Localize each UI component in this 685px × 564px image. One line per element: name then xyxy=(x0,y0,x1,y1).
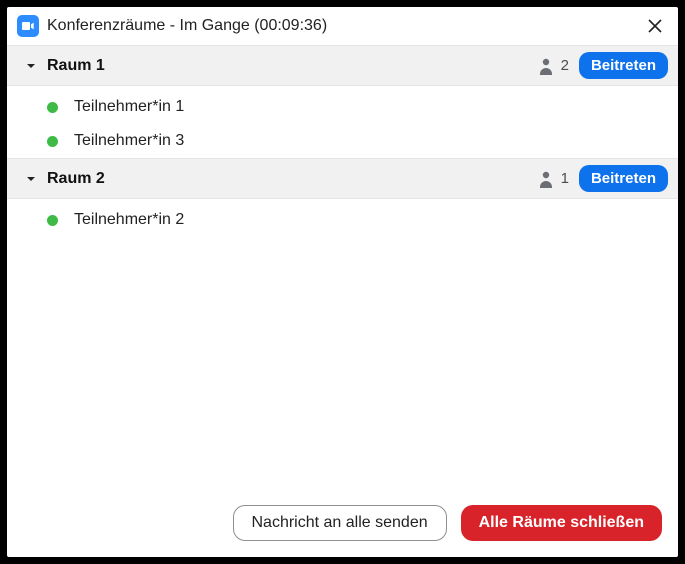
caret-down-icon xyxy=(25,173,37,185)
status-online-icon xyxy=(47,136,58,147)
caret-down-icon xyxy=(25,60,37,72)
participant-row[interactable]: Teilnehmer*in 1 xyxy=(7,90,678,124)
room-header[interactable]: Raum 2 1 Beitreten xyxy=(7,158,678,199)
join-room-button[interactable]: Beitreten xyxy=(579,52,668,79)
close-all-rooms-button[interactable]: Alle Räume schließen xyxy=(461,505,662,541)
message-all-button[interactable]: Nachricht an alle senden xyxy=(233,505,447,541)
titlebar: Konferenzräume - Im Gange (00:09:36) xyxy=(7,7,678,45)
participant-name: Teilnehmer*in 2 xyxy=(74,211,184,229)
room-participant-count: 2 xyxy=(561,57,569,74)
close-button[interactable] xyxy=(644,15,666,37)
footer: Nachricht an alle senden Alle Räume schl… xyxy=(7,491,678,557)
status-online-icon xyxy=(47,102,58,113)
room-header[interactable]: Raum 1 2 Beitreten xyxy=(7,45,678,86)
participant-row[interactable]: Teilnehmer*in 3 xyxy=(7,124,678,158)
rooms-list: Raum 1 2 Beitreten Teilnehmer*in 1 Teiln… xyxy=(7,45,678,491)
person-icon xyxy=(538,57,554,75)
room-name: Raum 2 xyxy=(43,170,532,188)
participant-name: Teilnehmer*in 3 xyxy=(74,132,184,150)
person-icon xyxy=(538,170,554,188)
participant-row[interactable]: Teilnehmer*in 2 xyxy=(7,203,678,237)
breakout-rooms-window: Konferenzräume - Im Gange (00:09:36) Rau… xyxy=(7,7,678,557)
participant-name: Teilnehmer*in 1 xyxy=(74,98,184,116)
room-name: Raum 1 xyxy=(43,57,532,75)
zoom-app-icon xyxy=(17,15,39,37)
status-online-icon xyxy=(47,215,58,226)
window-title: Konferenzräume - Im Gange (00:09:36) xyxy=(47,17,636,35)
join-room-button[interactable]: Beitreten xyxy=(579,165,668,192)
room-participant-count: 1 xyxy=(561,170,569,187)
